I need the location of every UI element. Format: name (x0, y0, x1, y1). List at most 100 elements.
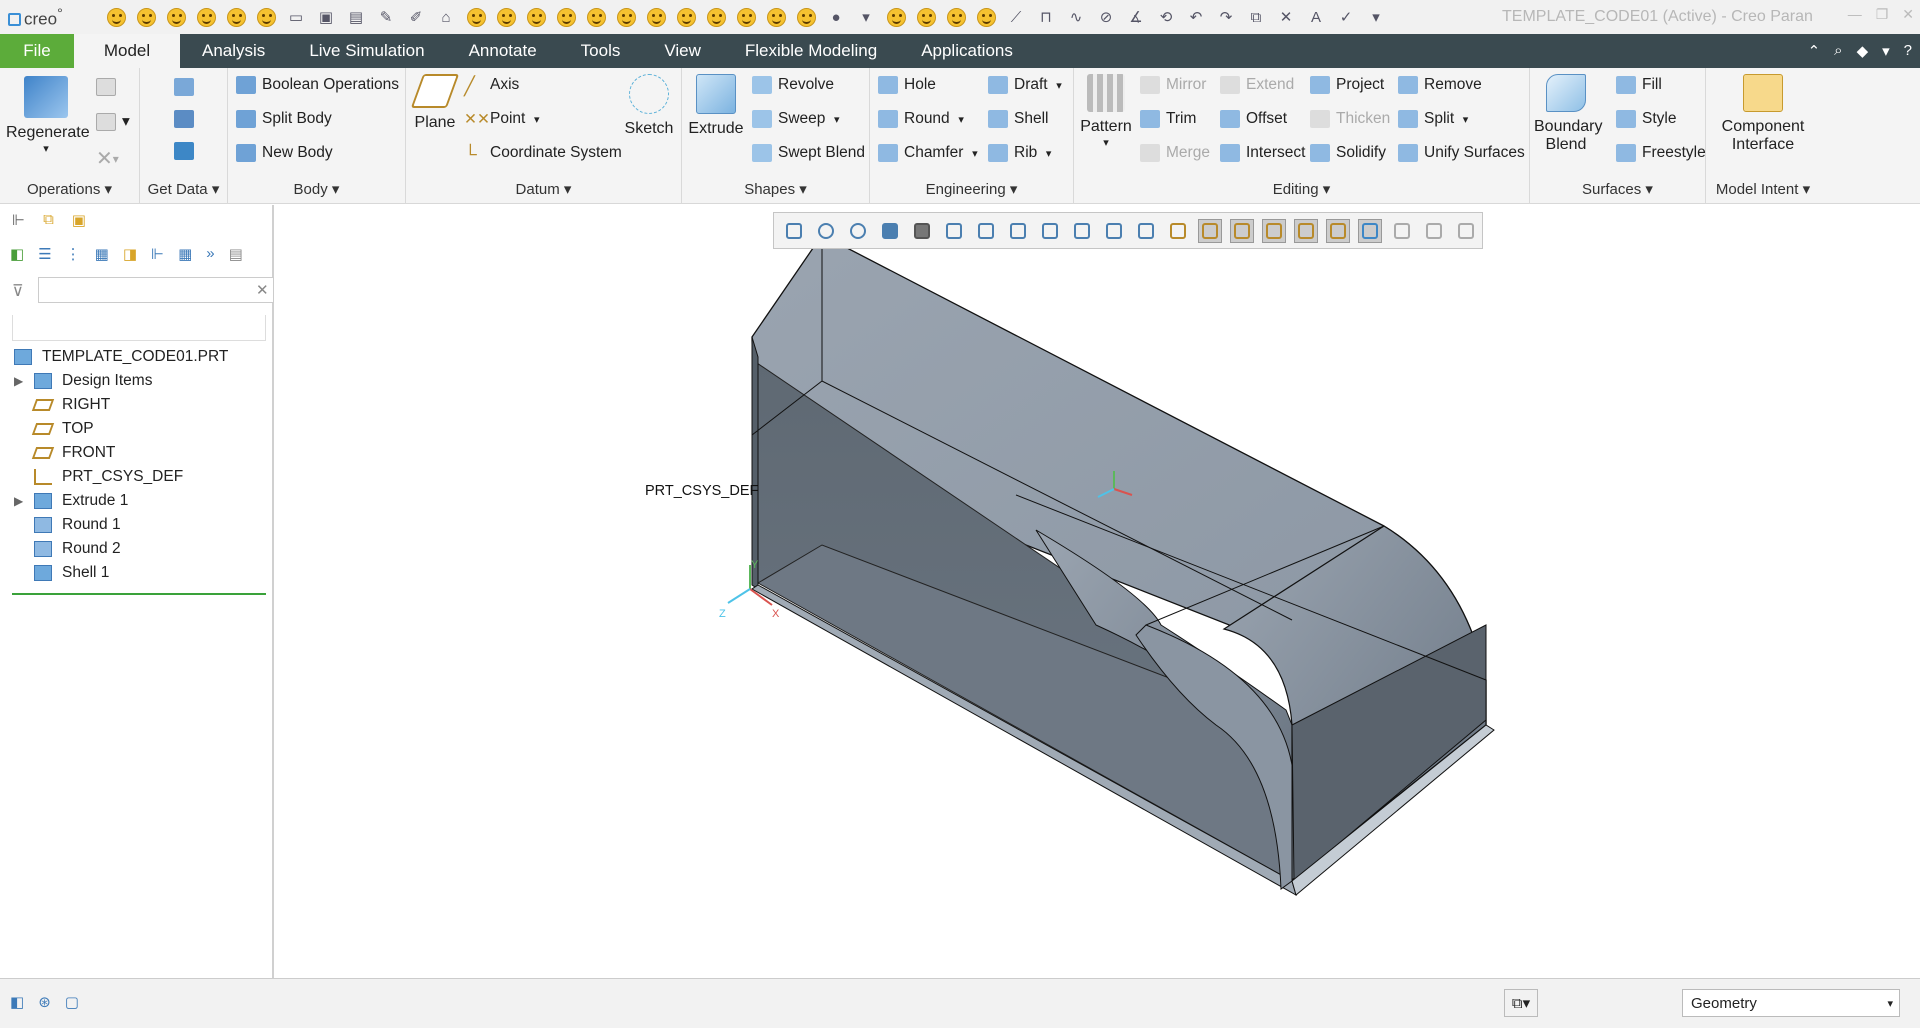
windows-icon[interactable]: ⧉ (1244, 6, 1268, 28)
close-icon[interactable]: ✕ (1902, 6, 1914, 23)
tree-item[interactable]: RIGHT (14, 393, 110, 417)
help-icon[interactable]: ? (1904, 42, 1912, 60)
split-button[interactable]: Split ▾ (1398, 110, 1468, 128)
repaint-icon[interactable] (878, 219, 902, 243)
navigator-toggle-icon[interactable]: ◧ (10, 993, 24, 1011)
annotation-display-icon[interactable] (1070, 219, 1094, 243)
sweep-button[interactable]: Sweep ▾ (752, 110, 840, 128)
hole-button[interactable]: Hole (878, 76, 936, 94)
table-icon[interactable]: ▦ (95, 245, 109, 263)
group-label[interactable]: Editing ▾ (1074, 180, 1529, 198)
favorites-tab-icon[interactable]: ▣ (72, 211, 86, 229)
list-icon[interactable]: ▤ (229, 245, 243, 263)
project-button[interactable]: Project (1310, 76, 1384, 94)
copy-geometry-icon[interactable] (174, 110, 200, 128)
smiley-icon[interactable] (704, 6, 728, 28)
tab-live-simulation[interactable]: Live Simulation (287, 34, 446, 68)
perspective-icon[interactable] (1006, 219, 1030, 243)
boolean-operations-button[interactable]: Boolean Operations (236, 76, 399, 94)
dropdown-arrow-icon[interactable]: ▾ (854, 6, 878, 28)
regenerate-button[interactable]: Regenerate ▾ (6, 76, 90, 155)
axis-button[interactable]: ╱ Axis (464, 76, 519, 96)
tab-tools[interactable]: Tools (559, 34, 643, 68)
tree-item[interactable]: ▶ Design Items (14, 369, 152, 393)
round-button[interactable]: Round ▾ (878, 110, 964, 128)
unify-surfaces-button[interactable]: Unify Surfaces (1398, 144, 1525, 162)
clear-search-icon[interactable]: ✕ (256, 281, 269, 299)
tree-item[interactable]: Round 2 (14, 537, 121, 561)
mirror-button[interactable]: Mirror (1140, 76, 1206, 94)
smiley-icon[interactable] (794, 6, 818, 28)
csys-label[interactable]: PRT_CSYS_DEF (645, 483, 758, 499)
solidify-button[interactable]: Solidify (1310, 144, 1386, 162)
group-label[interactable]: Model Intent ▾ (1706, 180, 1820, 198)
tree-root[interactable]: TEMPLATE_CODE01.PRT (14, 345, 228, 369)
group-label[interactable]: Operations ▾ (0, 180, 139, 198)
copy-icon[interactable] (96, 78, 122, 96)
customize-icon[interactable]: ▾ (1364, 6, 1388, 28)
save-as-icon[interactable]: ▤ (344, 6, 368, 28)
flag-icon[interactable] (1454, 219, 1478, 243)
tree-columns-icon[interactable]: ⋮ (66, 245, 81, 263)
no-icon[interactable]: ⊘ (1094, 6, 1118, 28)
collapse-ribbon-icon[interactable]: ⌃ (1808, 42, 1821, 60)
tree-item[interactable]: ▶ Extrude 1 (14, 489, 128, 513)
refit-icon[interactable] (782, 219, 806, 243)
browser-toggle-icon[interactable]: ⊛ (38, 993, 51, 1011)
group-label[interactable]: Datum ▾ (406, 180, 681, 198)
expand-arrow-icon[interactable]: ▶ (14, 374, 34, 388)
coordinate-system-button[interactable]: └ Coordinate System (464, 144, 622, 164)
redo-icon[interactable]: ↷ (1214, 6, 1238, 28)
smiley-icon[interactable] (884, 6, 908, 28)
boundary-blend-button[interactable]: Boundary Blend (1534, 74, 1603, 154)
merge-button[interactable]: Merge (1140, 144, 1210, 162)
tab-model[interactable]: Model (74, 34, 180, 68)
smiley-icon[interactable] (194, 6, 218, 28)
new-file-icon[interactable]: ▭ (284, 6, 308, 28)
fill-button[interactable]: Fill (1616, 76, 1662, 94)
tree-item[interactable]: TOP (14, 417, 94, 441)
open-folder-icon[interactable]: ⌂ (434, 6, 458, 28)
tab-file[interactable]: File (0, 34, 74, 68)
model-tree-tab-icon[interactable]: ⊩ (12, 211, 25, 229)
smiley-icon[interactable] (734, 6, 758, 28)
smiley-icon[interactable] (584, 6, 608, 28)
graphics-window[interactable]: Y X Z PRT_CSYS_DEF (276, 205, 1920, 978)
smiley-icon[interactable] (644, 6, 668, 28)
smiley-icon[interactable] (944, 6, 968, 28)
tab-view[interactable]: View (642, 34, 723, 68)
rib-button[interactable]: Rib ▾ (988, 144, 1051, 162)
more-icon[interactable]: » (206, 245, 214, 263)
component-interface-button[interactable]: Component Interface (1710, 74, 1816, 154)
split-body-button[interactable]: Split Body (236, 110, 332, 128)
folder-browser-tab-icon[interactable]: ⧉ (43, 211, 54, 229)
group-label[interactable]: Engineering ▾ (870, 180, 1073, 198)
smiley-icon[interactable] (974, 6, 998, 28)
bookmark-icon[interactable]: ◨ (123, 245, 137, 263)
smiley-icon[interactable] (674, 6, 698, 28)
trim-button[interactable]: Trim (1140, 110, 1196, 128)
smiley-icon[interactable] (554, 6, 578, 28)
find-icon[interactable]: ⧉▾ (1504, 989, 1538, 1017)
freestyle-button[interactable]: Freestyle (1616, 144, 1706, 162)
draft-button[interactable]: Draft ▾ (988, 76, 1062, 94)
group-label[interactable]: Get Data ▾ (140, 180, 227, 198)
ruler-icon[interactable]: ⟋ (1004, 6, 1028, 28)
swept-blend-button[interactable]: Swept Blend (752, 144, 865, 162)
style-button[interactable]: Style (1616, 110, 1676, 128)
tab-analysis[interactable]: Analysis (180, 34, 287, 68)
csys-display-icon[interactable] (1294, 218, 1318, 243)
pen-icon[interactable]: ✐ (404, 6, 428, 28)
sphere-icon[interactable]: ● (824, 6, 848, 28)
fullscreen-icon[interactable]: ▢ (65, 993, 79, 1011)
zoom-out-icon[interactable] (846, 219, 870, 243)
datum-axis-display-icon[interactable] (1166, 219, 1190, 243)
angle-icon[interactable]: ∡ (1124, 6, 1148, 28)
minimize-icon[interactable]: — (1848, 6, 1862, 23)
smiley-icon[interactable] (224, 6, 248, 28)
smiley-icon[interactable] (614, 6, 638, 28)
wave-icon[interactable]: ∿ (1064, 6, 1088, 28)
restore-icon[interactable]: ❐ (1876, 6, 1889, 23)
tree-filter-icon[interactable]: ⊩ (151, 245, 164, 263)
pause-icon[interactable] (1422, 219, 1446, 243)
